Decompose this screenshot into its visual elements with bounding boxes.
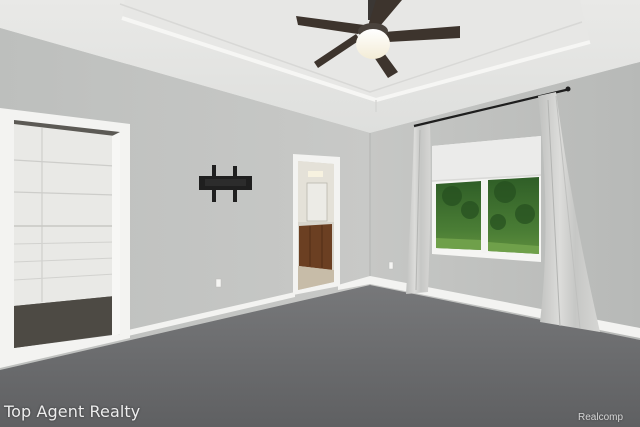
wall-outlet [388, 261, 394, 270]
vanity-light [308, 171, 323, 177]
bedroom-scene [0, 0, 640, 427]
fan-light [356, 29, 390, 59]
bathroom-vanity [299, 224, 332, 270]
room-photo: Top Agent Realty Realcomp [0, 0, 640, 427]
closet-door-edge [112, 132, 120, 336]
bathroom-mirror [306, 182, 328, 222]
agent-watermark: Top Agent Realty [4, 402, 141, 421]
wall-outlet [215, 278, 222, 288]
brand-watermark: Realcomp [578, 412, 624, 423]
